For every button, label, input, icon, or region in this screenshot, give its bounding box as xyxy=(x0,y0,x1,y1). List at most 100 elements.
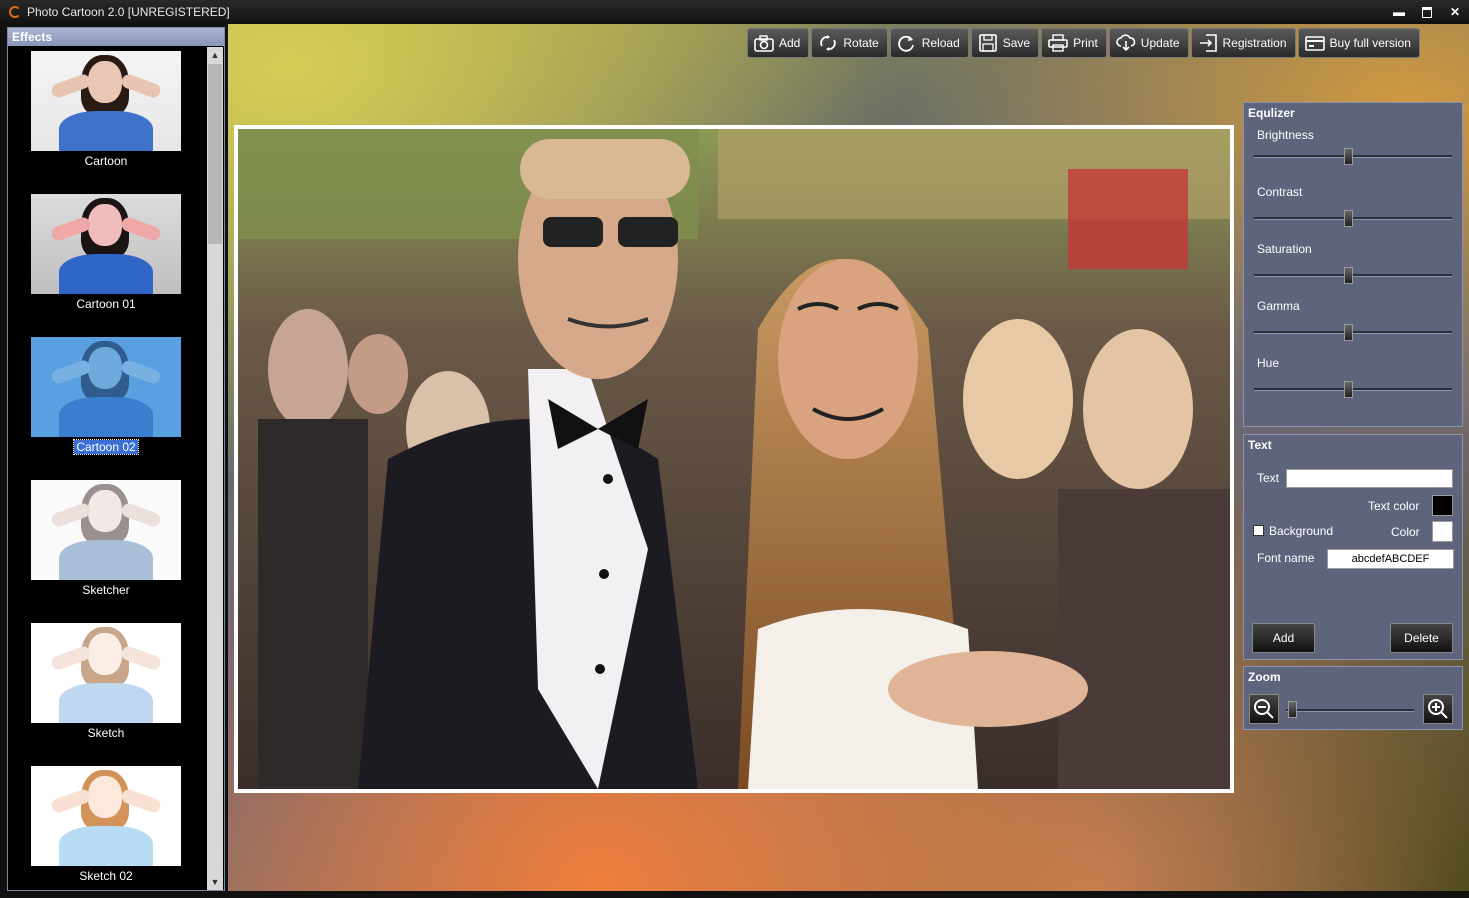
effect-thumbnail xyxy=(31,480,181,580)
rotate-icon xyxy=(820,35,837,51)
effect-label: Sketch 02 xyxy=(79,869,133,883)
window-title: Photo Cartoon 2.0 [UNREGISTERED] xyxy=(27,5,230,19)
text-field-label: Text xyxy=(1257,471,1280,485)
cloud-download-icon xyxy=(1116,34,1136,52)
zoom-out-button[interactable] xyxy=(1249,694,1279,724)
color-label: Color xyxy=(1391,525,1420,539)
gamma-slider[interactable] xyxy=(1254,331,1452,334)
title-bar: Photo Cartoon 2.0 [UNREGISTERED] ▬ ✕ xyxy=(0,0,1469,24)
buy-full-version-button[interactable]: Buy full version xyxy=(1297,28,1420,58)
app-logo-icon xyxy=(9,6,21,18)
effect-item-sketch[interactable]: Sketch xyxy=(31,623,181,753)
contrast-slider-thumb[interactable] xyxy=(1344,210,1353,227)
font-name-label: Font name xyxy=(1257,551,1315,565)
reload-icon xyxy=(897,35,914,52)
save-button[interactable]: Save xyxy=(970,28,1040,58)
effect-label: Sketch xyxy=(87,726,125,740)
hue-slider[interactable] xyxy=(1254,388,1452,391)
photo-frame xyxy=(234,125,1234,793)
maximize-icon xyxy=(1422,6,1432,18)
scroll-up-icon[interactable]: ▲ xyxy=(207,47,223,63)
zoom-slider-thumb[interactable] xyxy=(1288,701,1297,718)
effect-thumbnail xyxy=(31,337,181,437)
save-label: Save xyxy=(1002,36,1031,50)
effect-item-sketcher[interactable]: Sketcher xyxy=(31,480,181,610)
effects-scrollbar[interactable]: ▲ ▼ xyxy=(207,47,223,890)
text-color-swatch[interactable] xyxy=(1432,495,1453,516)
saturation-slider-thumb[interactable] xyxy=(1344,267,1353,284)
zoom-panel: Zoom xyxy=(1243,666,1463,730)
effect-label: Cartoon 01 xyxy=(76,297,136,311)
close-button[interactable]: ✕ xyxy=(1441,0,1469,24)
minimize-icon: ▬ xyxy=(1393,5,1405,19)
close-icon: ✕ xyxy=(1449,5,1461,19)
print-label: Print xyxy=(1073,36,1098,50)
font-name-selector[interactable]: abcdefABCDEF xyxy=(1327,549,1454,569)
reload-button[interactable]: Reload xyxy=(889,28,969,58)
brightness-label: Brightness xyxy=(1257,128,1314,142)
buy-full-version-label: Buy full version xyxy=(1329,36,1411,50)
effect-thumbnail xyxy=(31,51,181,151)
update-label: Update xyxy=(1140,36,1180,50)
print-button[interactable]: Print xyxy=(1041,28,1107,58)
floppy-icon xyxy=(978,34,997,52)
effect-thumbnail xyxy=(31,194,181,294)
registration-button[interactable]: Registration xyxy=(1190,28,1296,58)
update-button[interactable]: Update xyxy=(1108,28,1189,58)
effect-label: Sketcher xyxy=(82,583,130,597)
scroll-down-icon[interactable]: ▼ xyxy=(207,874,223,890)
cartoon-photo-image xyxy=(238,129,1230,789)
background-label: Background xyxy=(1269,524,1334,538)
scroll-thumb[interactable] xyxy=(208,64,222,244)
effect-thumbnail xyxy=(31,766,181,866)
registration-label: Registration xyxy=(1222,36,1287,50)
effects-list: Cartoon Cartoon 01 Cartoon 02 Sketcher S… xyxy=(8,47,206,890)
saturation-slider[interactable] xyxy=(1254,274,1452,277)
text-panel: Text Text Text color Background Color Fo… xyxy=(1243,434,1463,660)
card-icon xyxy=(1304,36,1325,51)
effects-header: Effects xyxy=(8,28,224,46)
effect-thumbnail xyxy=(31,623,181,723)
equalizer-panel: Equlizer Brightness Contrast Saturation … xyxy=(1243,102,1463,427)
toolbar: Add Rotate Reload Save Print Update Regi… xyxy=(747,28,1422,58)
rotate-button[interactable]: Rotate xyxy=(811,28,888,58)
text-input[interactable] xyxy=(1286,469,1453,488)
saturation-label: Saturation xyxy=(1257,242,1312,256)
delete-text-button[interactable]: Delete xyxy=(1390,623,1453,653)
text-color-label: Text color xyxy=(1368,499,1420,513)
zoom-in-icon xyxy=(1428,699,1448,719)
effect-label: Cartoon xyxy=(84,154,128,168)
add-button[interactable]: Add xyxy=(747,28,810,58)
gamma-label: Gamma xyxy=(1257,299,1300,313)
brightness-slider[interactable] xyxy=(1254,155,1452,158)
gamma-slider-thumb[interactable] xyxy=(1344,324,1353,341)
contrast-slider[interactable] xyxy=(1254,217,1452,220)
background-checkbox[interactable] xyxy=(1253,525,1264,536)
add-label: Add xyxy=(779,36,801,50)
background-color-swatch[interactable] xyxy=(1432,521,1453,542)
zoom-out-icon xyxy=(1254,699,1274,719)
hue-label: Hue xyxy=(1257,356,1280,370)
effect-item-cartoon-02[interactable]: Cartoon 02 xyxy=(31,337,181,467)
maximize-button[interactable] xyxy=(1413,0,1441,24)
camera-icon xyxy=(754,35,774,52)
zoom-in-button[interactable] xyxy=(1423,694,1453,724)
reload-label: Reload xyxy=(921,36,960,50)
effects-panel: Effects Cartoon Cartoon 01 Cartoon 02 Sk… xyxy=(7,27,225,891)
login-icon xyxy=(1199,34,1217,52)
equalizer-title: Equlizer xyxy=(1248,106,1295,120)
zoom-slider[interactable] xyxy=(1286,709,1414,712)
zoom-title: Zoom xyxy=(1248,670,1281,684)
brightness-slider-thumb[interactable] xyxy=(1344,148,1353,165)
effect-item-cartoon[interactable]: Cartoon xyxy=(31,51,181,181)
contrast-label: Contrast xyxy=(1257,185,1303,199)
rotate-label: Rotate xyxy=(843,36,879,50)
hue-slider-thumb[interactable] xyxy=(1344,381,1353,398)
photo-preview[interactable] xyxy=(238,129,1230,789)
effect-item-cartoon-01[interactable]: Cartoon 01 xyxy=(31,194,181,324)
effect-label: Cartoon 02 xyxy=(73,439,139,455)
minimize-button[interactable]: ▬ xyxy=(1385,0,1413,24)
printer-icon xyxy=(1048,34,1068,52)
add-text-button[interactable]: Add xyxy=(1252,623,1315,653)
effect-item-sketch-02[interactable]: Sketch 02 xyxy=(31,766,181,890)
